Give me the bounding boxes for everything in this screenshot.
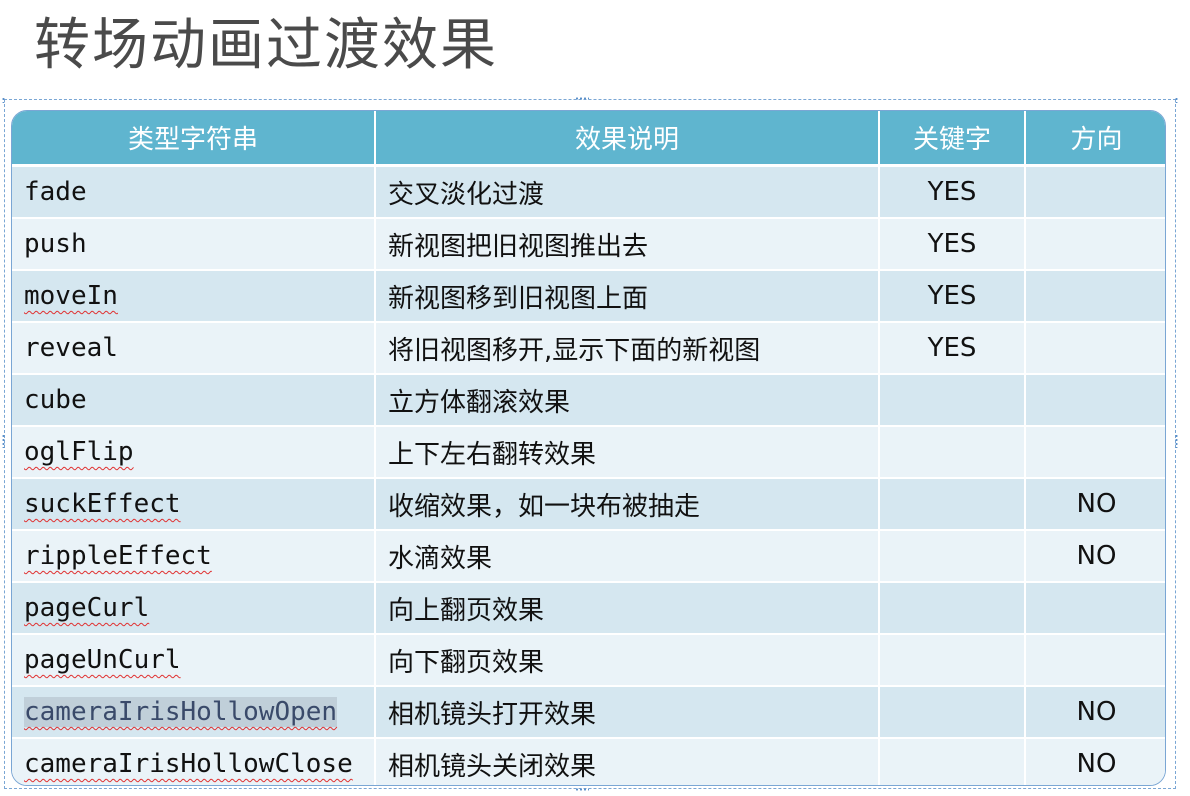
header-direction: 方向	[1025, 111, 1165, 167]
cell-type[interactable]: cameraIrisHollowOpen	[12, 686, 376, 739]
cell-description[interactable]: 交叉淡化过渡	[375, 165, 880, 219]
cell-keyword[interactable]	[879, 426, 1026, 479]
cell-keyword[interactable]	[879, 686, 1026, 739]
table-row: suckEffect 收缩效果，如一块布被抽走 NO	[12, 478, 1165, 531]
cell-description[interactable]: 上下左右翻转效果	[375, 426, 880, 479]
table-row: push 新视图把旧视图推出去 YES	[12, 218, 1165, 271]
cell-direction[interactable]	[1025, 426, 1165, 479]
cell-type[interactable]: pageUnCurl	[12, 634, 376, 687]
cell-keyword[interactable]: YES	[879, 322, 1026, 375]
cell-type[interactable]: cube	[12, 374, 376, 427]
cell-type[interactable]: rippleEffect	[12, 530, 376, 583]
transition-table: 类型字符串 效果说明 关键字 方向 fade 交叉淡化过渡 YES push 新视图把旧…	[11, 110, 1166, 786]
type-string: reveal	[24, 333, 118, 363]
table-row: pageUnCurl 向下翻页效果	[12, 634, 1165, 687]
type-string: cameraIrisHollowOpen	[24, 697, 338, 727]
resize-handle-bottom[interactable]	[575, 788, 589, 791]
cell-direction[interactable]: NO	[1025, 738, 1165, 785]
cell-type[interactable]: fade	[12, 165, 376, 219]
type-string: oglFlip	[24, 437, 134, 467]
cell-direction[interactable]	[1025, 374, 1165, 427]
resize-handle-top-right[interactable]	[1175, 97, 1178, 103]
cell-keyword[interactable]: YES	[879, 165, 1026, 219]
cell-keyword[interactable]	[879, 634, 1026, 687]
table-row: pageCurl 向上翻页效果	[12, 582, 1165, 635]
cell-description[interactable]: 向下翻页效果	[375, 634, 880, 687]
header-description: 效果说明	[375, 111, 880, 167]
cell-type[interactable]: cameraIrisHollowClose	[12, 738, 376, 785]
cell-keyword[interactable]: YES	[879, 218, 1026, 271]
cell-type[interactable]: suckEffect	[12, 478, 376, 531]
cell-keyword[interactable]	[879, 478, 1026, 531]
resize-handle-left[interactable]	[2, 434, 5, 448]
table-row: cube 立方体翻滚效果	[12, 374, 1165, 427]
type-string: cube	[24, 385, 87, 415]
cell-keyword[interactable]	[879, 374, 1026, 427]
table-row: rippleEffect 水滴效果 NO	[12, 530, 1165, 583]
type-string: cameraIrisHollowClose	[24, 749, 353, 779]
type-string: fade	[24, 177, 87, 207]
table-row: cameraIrisHollowClose 相机镜头关闭效果 NO	[12, 738, 1165, 785]
resize-handle-top[interactable]	[575, 97, 589, 100]
table-row: oglFlip 上下左右翻转效果	[12, 426, 1165, 479]
resize-handle-top-left[interactable]	[2, 97, 5, 103]
slide-title: 转场动画过渡效果	[34, 13, 498, 78]
table-body: fade 交叉淡化过渡 YES push 新视图把旧视图推出去 YES moveIn 新视图移…	[12, 165, 1165, 785]
cell-direction[interactable]: NO	[1025, 530, 1165, 583]
cell-description[interactable]: 将旧视图移开,显示下面的新视图	[375, 322, 880, 375]
table-row: cameraIrisHollowOpen 相机镜头打开效果 NO	[12, 686, 1165, 739]
cell-description[interactable]: 向上翻页效果	[375, 582, 880, 635]
type-string: push	[24, 229, 87, 259]
type-string: pageCurl	[24, 593, 150, 623]
cell-keyword[interactable]	[879, 582, 1026, 635]
cell-direction[interactable]: NO	[1025, 478, 1165, 531]
cell-keyword[interactable]	[879, 530, 1026, 583]
type-string: moveIn	[24, 281, 118, 311]
cell-direction[interactable]	[1025, 322, 1165, 375]
header-keyword: 关键字	[879, 111, 1026, 167]
table-row: reveal 将旧视图移开,显示下面的新视图 YES	[12, 322, 1165, 375]
cell-direction[interactable]	[1025, 218, 1165, 271]
cell-type[interactable]: oglFlip	[12, 426, 376, 479]
cell-description[interactable]: 相机镜头打开效果	[375, 686, 880, 739]
cell-type[interactable]: push	[12, 218, 376, 271]
type-string: rippleEffect	[24, 541, 212, 571]
cell-type[interactable]: pageCurl	[12, 582, 376, 635]
cell-type[interactable]: reveal	[12, 322, 376, 375]
cell-keyword[interactable]: YES	[879, 270, 1026, 323]
cell-description[interactable]: 立方体翻滚效果	[375, 374, 880, 427]
header-type: 类型字符串	[12, 111, 376, 167]
cell-description[interactable]: 新视图移到旧视图上面	[375, 270, 880, 323]
cell-direction[interactable]	[1025, 270, 1165, 323]
cell-description[interactable]: 收缩效果，如一块布被抽走	[375, 478, 880, 531]
cell-description[interactable]: 新视图把旧视图推出去	[375, 218, 880, 271]
cell-direction[interactable]	[1025, 634, 1165, 687]
table-row: moveIn 新视图移到旧视图上面 YES	[12, 270, 1165, 323]
type-string: pageUnCurl	[24, 645, 181, 675]
cell-type[interactable]: moveIn	[12, 270, 376, 323]
cell-keyword[interactable]	[879, 738, 1026, 785]
cell-direction[interactable]	[1025, 582, 1165, 635]
cell-description[interactable]: 水滴效果	[375, 530, 880, 583]
type-string: suckEffect	[24, 489, 181, 519]
resize-handle-right[interactable]	[1175, 434, 1178, 448]
table: 类型字符串 效果说明 关键字 方向 fade 交叉淡化过渡 YES push 新视图把旧…	[12, 111, 1165, 785]
cell-direction[interactable]	[1025, 165, 1165, 219]
cell-description[interactable]: 相机镜头关闭效果	[375, 738, 880, 785]
table-header-row: 类型字符串 效果说明 关键字 方向	[12, 111, 1165, 167]
table-row: fade 交叉淡化过渡 YES	[12, 165, 1165, 219]
cell-direction[interactable]: NO	[1025, 686, 1165, 739]
